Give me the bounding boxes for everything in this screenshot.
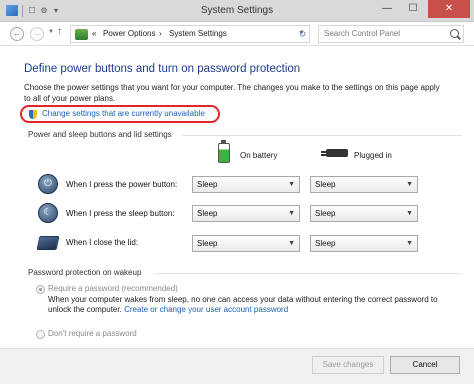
- require-password-label: Require a password (recommended): [48, 284, 178, 293]
- plugged-in-header: Plugged in: [354, 151, 392, 160]
- page-description: Choose the power settings that you want …: [24, 83, 440, 103]
- power-button-plugged-select[interactable]: Sleep ▼: [310, 176, 418, 193]
- page-title: Define power buttons and turn on passwor…: [24, 63, 301, 75]
- power-options-icon: [75, 29, 88, 40]
- battery-icon: [218, 140, 230, 163]
- sleep-button-icon: [38, 203, 58, 223]
- chevron-down-icon: ▼: [406, 240, 413, 247]
- sleep-button-plugged-select[interactable]: Sleep ▼: [310, 205, 418, 222]
- password-section-label: Password protection on wakeup: [28, 268, 142, 277]
- maximize-button[interactable]: ☐: [400, 0, 426, 18]
- search-box[interactable]: Search Control Panel: [318, 25, 464, 43]
- close-lid-label: When I close the lid:: [66, 238, 139, 247]
- select-value: Sleep: [315, 239, 336, 248]
- sleep-button-label: When I press the sleep button:: [66, 209, 175, 218]
- dont-require-password-radio[interactable]: [36, 330, 45, 339]
- chevron-down-icon: ▼: [288, 210, 295, 217]
- search-icon[interactable]: [450, 29, 459, 38]
- dont-require-password-label: Don't require a password: [48, 329, 137, 338]
- title-bar: ☐ ⚙ ▾ System Settings — ☐ ✕: [0, 0, 474, 22]
- chevron-down-icon: ▼: [288, 181, 295, 188]
- chevron-down-icon: ▼: [406, 210, 413, 217]
- power-button-label: When I press the power button:: [66, 180, 178, 189]
- select-value: Sleep: [197, 180, 218, 189]
- minimize-button[interactable]: —: [374, 0, 400, 18]
- breadcrumb-separator[interactable]: ›: [159, 29, 162, 38]
- section-divider: [182, 135, 462, 136]
- refresh-button[interactable]: ↻: [296, 25, 310, 43]
- require-password-description: When your computer wakes from sleep, no …: [48, 295, 458, 315]
- select-value: Sleep: [315, 180, 336, 189]
- account-password-link[interactable]: Create or change your user account passw…: [124, 305, 288, 314]
- select-value: Sleep: [197, 239, 218, 248]
- up-button[interactable]: ↑: [57, 26, 62, 37]
- section-divider: [154, 273, 462, 274]
- navigation-bar: ← → ▼ ↑ « Power Options › System Setting…: [0, 22, 474, 46]
- power-button-battery-select[interactable]: Sleep ▼: [192, 176, 300, 193]
- power-button-icon: [38, 174, 58, 194]
- search-input[interactable]: Search Control Panel: [324, 29, 400, 38]
- close-button[interactable]: ✕: [428, 0, 470, 18]
- close-lid-plugged-select[interactable]: Sleep ▼: [310, 235, 418, 252]
- back-button[interactable]: ←: [10, 27, 24, 41]
- require-password-radio[interactable]: [36, 285, 45, 294]
- breadcrumb-system-settings[interactable]: System Settings: [169, 29, 227, 38]
- on-battery-header: On battery: [240, 151, 278, 160]
- chevron-down-icon: ▼: [406, 181, 413, 188]
- address-prefix[interactable]: «: [92, 29, 96, 38]
- select-value: Sleep: [315, 209, 336, 218]
- save-changes-button[interactable]: Save changes: [312, 356, 384, 374]
- address-bar[interactable]: « Power Options › System Settings ▼: [70, 25, 310, 43]
- forward-button[interactable]: →: [30, 27, 44, 41]
- chevron-down-icon: ▼: [288, 240, 295, 247]
- main-content: Define power buttons and turn on passwor…: [0, 47, 474, 347]
- sleep-button-battery-select[interactable]: Sleep ▼: [192, 205, 300, 222]
- recent-locations-chevron-icon[interactable]: ▼: [48, 29, 54, 35]
- select-value: Sleep: [197, 209, 218, 218]
- buttons-section-label: Power and sleep buttons and lid settings: [28, 130, 172, 139]
- close-lid-battery-select[interactable]: Sleep ▼: [192, 235, 300, 252]
- uac-shield-icon: [29, 110, 37, 119]
- footer-bar: Save changes Cancel: [0, 348, 474, 384]
- change-settings-link[interactable]: Change settings that are currently unava…: [42, 109, 205, 118]
- breadcrumb-power-options[interactable]: Power Options: [103, 29, 155, 38]
- cancel-button[interactable]: Cancel: [390, 356, 460, 374]
- laptop-lid-icon: [36, 236, 60, 250]
- plug-icon: [321, 149, 348, 157]
- change-settings-highlight: Change settings that are currently unava…: [20, 105, 220, 123]
